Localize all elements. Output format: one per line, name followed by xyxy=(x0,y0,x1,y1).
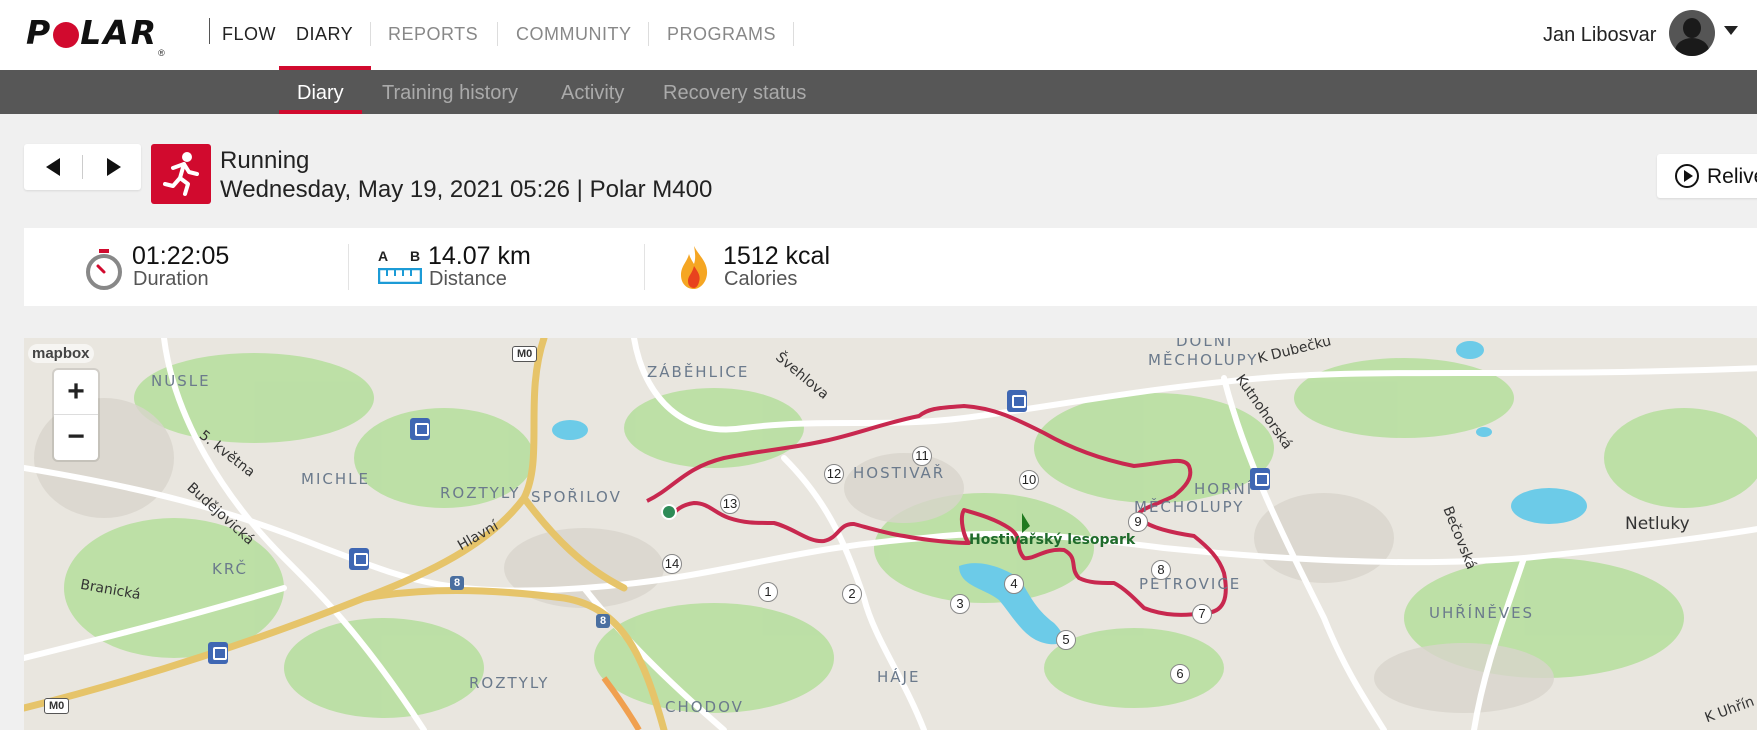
map-label-chodov: CHODOV xyxy=(665,698,744,716)
zoom-control: + − xyxy=(54,370,98,460)
map-label-zabehlice: ZÁBĚHLICE xyxy=(647,363,750,381)
stopwatch-icon xyxy=(86,249,122,290)
running-icon xyxy=(151,144,211,204)
km-marker: 1 xyxy=(758,582,778,602)
arrow-right-icon xyxy=(107,158,121,176)
product-name: FLOW xyxy=(222,24,276,44)
highway-shield-8-2: 8 xyxy=(596,614,611,628)
map-label-horni: HORNÍ xyxy=(1194,480,1254,498)
mapbox-attribution[interactable]: mapbox xyxy=(28,344,94,363)
nav-tab-community[interactable]: COMMUNITY xyxy=(516,24,632,45)
km-marker: 6 xyxy=(1170,664,1190,684)
km-marker: 4 xyxy=(1004,574,1024,594)
train-station-icon xyxy=(349,548,369,570)
km-marker: 14 xyxy=(662,554,682,574)
diary-subnav: Diary Training history Activity Recovery… xyxy=(0,70,1757,114)
train-station-icon xyxy=(208,642,228,664)
map-label-hostivar: HOSTIVAŘ xyxy=(853,464,946,482)
highway-shield-8: 8 xyxy=(450,576,465,590)
km-marker: 2 xyxy=(842,584,862,604)
km-marker: 3 xyxy=(950,594,970,614)
zoom-in-button[interactable]: + xyxy=(54,370,98,415)
map-label-dolni: DOLNÍ xyxy=(1176,338,1234,350)
km-marker: 13 xyxy=(720,494,740,514)
km-marker: 11 xyxy=(912,446,932,466)
km-marker: 5 xyxy=(1056,630,1076,650)
km-marker: 7 xyxy=(1192,604,1212,624)
calories-value: 1512 kcal xyxy=(723,242,831,270)
previous-session-button[interactable] xyxy=(24,144,82,190)
map-label-sporilov: SPOŘILOV xyxy=(531,488,622,506)
logo-dot-icon xyxy=(53,22,80,48)
polar-logo[interactable]: P LAR® xyxy=(26,16,165,59)
highway-shield-m0-2: M0 xyxy=(44,698,70,714)
nav-tab-programs[interactable]: PROGRAMS xyxy=(667,24,776,45)
nav-tab-reports[interactable]: REPORTS xyxy=(388,24,478,45)
km-marker: 12 xyxy=(824,464,844,484)
session-pager xyxy=(24,144,141,190)
route-map[interactable]: mapbox + − NUSLE MICHLE KRČ ROZTYLY ROZT… xyxy=(24,338,1757,730)
map-label-netluky: Netluky xyxy=(1625,514,1690,534)
session-datetime: Wednesday, May 19, 2021 05:26 | Polar M4… xyxy=(220,176,713,203)
train-station-icon xyxy=(1007,390,1027,412)
highway-shield-m0: M0 xyxy=(512,346,538,362)
next-session-button[interactable] xyxy=(83,144,141,190)
map-label-uhrineves: UHŘÍNĚVES xyxy=(1429,604,1535,622)
nav-tab-diary[interactable]: DIARY xyxy=(296,24,353,45)
user-name[interactable]: Jan Libosvar xyxy=(1543,24,1656,47)
zoom-out-button[interactable]: − xyxy=(54,415,98,460)
logo-text: P LAR xyxy=(26,13,159,52)
relive-button[interactable]: Relive xyxy=(1657,154,1757,198)
km-marker: 9 xyxy=(1128,512,1148,532)
ruler-icon xyxy=(378,268,422,284)
distance-value: 14.07 km xyxy=(428,242,531,270)
subtab-diary[interactable]: Diary xyxy=(297,82,344,105)
map-label-nusle: NUSLE xyxy=(151,372,211,390)
avatar[interactable] xyxy=(1669,10,1715,56)
active-subtab-indicator xyxy=(279,110,362,114)
relive-label: Relive xyxy=(1707,165,1757,188)
distance-a-label: A xyxy=(378,248,389,264)
distance-b-label: B xyxy=(410,248,421,264)
duration-label: Duration xyxy=(133,268,209,290)
map-label-krc: KRČ xyxy=(212,560,248,578)
arrow-left-icon xyxy=(46,158,60,176)
map-label-horni-mecholupy: MĚCHOLUPY xyxy=(1134,498,1245,516)
map-label-park: Hostivařský lesopark xyxy=(969,532,1136,548)
subtab-activity[interactable]: Activity xyxy=(561,82,624,105)
session-summary: 01:22:05 Duration A B 14.07 km Distance … xyxy=(24,228,1757,306)
map-label-haje: HÁJE xyxy=(877,668,921,686)
logo-divider xyxy=(209,18,210,44)
play-icon xyxy=(1675,164,1699,188)
map-label-michle: MICHLE xyxy=(301,470,370,488)
train-station-icon xyxy=(410,418,430,440)
calories-label: Calories xyxy=(724,268,798,290)
map-label-roztyly-2: ROZTYLY xyxy=(469,674,550,692)
km-marker: 10 xyxy=(1019,470,1039,490)
map-label-roztyly: ROZTYLY xyxy=(440,484,521,502)
train-station-icon xyxy=(1250,468,1270,490)
subtab-training-history[interactable]: Training history xyxy=(382,82,518,105)
chevron-down-icon[interactable] xyxy=(1724,26,1738,35)
top-navigation: P LAR® FLOW DIARY REPORTS COMMUNITY PROGR… xyxy=(0,0,1757,70)
duration-value: 01:22:05 xyxy=(132,242,230,270)
km-marker: 8 xyxy=(1151,560,1171,580)
distance-label: Distance xyxy=(429,268,507,290)
sport-name: Running xyxy=(220,147,310,174)
flame-icon xyxy=(681,246,708,289)
subtab-recovery-status[interactable]: Recovery status xyxy=(663,82,806,105)
map-label-dolni-mecholupy: MĚCHOLUPY xyxy=(1148,351,1259,369)
